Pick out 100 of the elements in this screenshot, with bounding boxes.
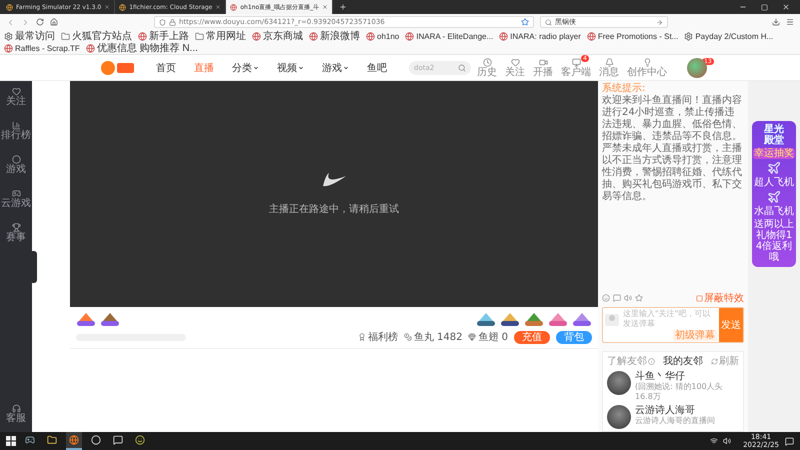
speaker-icon	[723, 437, 732, 445]
globe-icon	[230, 4, 238, 10]
reload-icon[interactable]	[36, 18, 44, 26]
globe-icon	[6, 4, 13, 10]
sidebar-item[interactable]: 关注	[6, 87, 26, 107]
stat-label: 鱼翅 0	[478, 330, 508, 344]
friend-status: 云游诗人海哥的直播间	[635, 416, 715, 426]
promo-banner[interactable]: 星光殿堂 幸运抽奖 超人飞机 水晶飞机 送两以上礼物得14倍返利哦	[752, 121, 796, 267]
bookmark-link[interactable]: Free Promotions - St...	[598, 32, 678, 40]
plus-icon[interactable]	[339, 3, 348, 11]
sidebar-item[interactable]: 排行榜	[1, 121, 31, 141]
gear-icon	[684, 32, 694, 40]
globe-icon	[405, 32, 414, 40]
friend-name[interactable]: 云游诗人海哥	[635, 405, 715, 416]
bookmark-link[interactable]: 新手上路	[149, 29, 189, 43]
folder-icon	[195, 32, 204, 40]
bookmark-link[interactable]: 最常访问	[15, 29, 55, 43]
chart-icon	[12, 121, 20, 130]
gift-badge-icon[interactable]	[548, 311, 568, 327]
gamepad-icon	[25, 435, 35, 445]
gift-badge-icon[interactable]	[100, 311, 120, 327]
stat-label: 福利榜	[368, 330, 398, 344]
promo-item: 水晶飞机	[754, 206, 794, 217]
sidebar-item[interactable]: 云游戏	[1, 189, 31, 209]
notice-label: 系统提示:	[602, 83, 646, 94]
action-label: 消息	[599, 66, 619, 78]
bookmark-link[interactable]: INARA: radio player	[510, 32, 581, 40]
bookmark-link[interactable]: 京东商城	[263, 29, 303, 43]
gem-icon	[468, 333, 476, 341]
expand-handle[interactable]	[31, 251, 37, 283]
checkbox-icon	[696, 294, 703, 302]
bookmark-link[interactable]: 常用网址	[206, 29, 246, 43]
lightbulb-icon	[642, 58, 652, 66]
arrow-right-icon	[656, 18, 663, 26]
bookmark-link[interactable]: oh1no	[377, 32, 400, 40]
info-icon	[648, 358, 655, 364]
bookmark-link[interactable]: 新浪微博	[320, 29, 360, 43]
stat-label: 鱼丸 1482	[414, 330, 462, 344]
chat-icon[interactable]	[613, 294, 621, 302]
sidebar-item[interactable]: 游戏	[6, 155, 26, 175]
globe-icon	[69, 435, 79, 445]
speaker-icon[interactable]	[624, 294, 632, 302]
gift-badge-icon[interactable]	[476, 311, 496, 327]
refresh-icon	[711, 358, 718, 364]
bookmark-link[interactable]: Payday 2/Custom H...	[695, 32, 774, 40]
avatar[interactable]	[607, 405, 631, 429]
circle-icon	[12, 155, 20, 164]
nav-link[interactable]: 鱼吧	[367, 60, 387, 74]
coin-icon	[404, 333, 412, 341]
friend-name[interactable]: 斗鱼丶华仔	[635, 371, 723, 382]
nav-link[interactable]: 首页	[156, 60, 176, 74]
action-label: 创作中心	[627, 66, 667, 78]
bookmark-link[interactable]: 火狐官方站点	[72, 29, 132, 43]
bookmark-link[interactable]: 优惠信息 购物推荐 N...	[96, 41, 198, 55]
globe-icon	[309, 32, 318, 40]
nav-link[interactable]: 视频	[277, 60, 304, 74]
close-icon[interactable]	[215, 4, 222, 10]
action-label: 开播	[533, 66, 553, 78]
bookmark-link[interactable]: INARA - EliteDange...	[416, 32, 494, 40]
smile-icon	[135, 435, 145, 445]
nav-link[interactable]: 游戏	[322, 60, 349, 74]
clock-icon	[482, 58, 492, 66]
home-icon[interactable]	[50, 18, 58, 26]
wifi-icon	[710, 437, 718, 445]
plane-icon	[767, 161, 781, 175]
maximize-icon[interactable]	[761, 4, 768, 10]
gift-badge-icon[interactable]	[500, 311, 520, 327]
gift-badge-icon[interactable]	[76, 311, 96, 327]
close-icon[interactable]	[104, 4, 110, 10]
sidebar-item[interactable]: 赛事	[6, 223, 26, 243]
globe-icon	[366, 32, 375, 40]
start-icon[interactable]	[6, 436, 16, 446]
plane-icon	[767, 190, 781, 204]
gift-badge-icon[interactable]	[524, 311, 544, 327]
search-icon	[545, 18, 552, 26]
menu-icon[interactable]	[786, 18, 794, 26]
promo-item: 超人飞机	[754, 177, 794, 188]
camera-icon	[538, 58, 548, 66]
action-label: 历史	[477, 66, 497, 78]
globe-icon	[86, 44, 95, 52]
lock-icon	[169, 18, 176, 26]
download-icon[interactable]	[772, 18, 780, 26]
smile-icon[interactable]	[602, 294, 610, 302]
close-icon[interactable]	[322, 4, 328, 10]
friend-stat: 16.8万	[635, 392, 662, 402]
headset-icon	[12, 404, 20, 413]
circle-icon	[91, 435, 101, 445]
sidebar-item[interactable]: 客服	[6, 404, 26, 424]
chat-icon	[113, 435, 123, 445]
bookmark-link[interactable]: Raffles - Scrap.TF	[15, 44, 80, 52]
avatar[interactable]	[607, 371, 631, 395]
trophy-icon	[12, 223, 20, 232]
shield-icon	[159, 18, 166, 26]
star-icon[interactable]	[635, 294, 643, 302]
gamepad-icon	[12, 189, 20, 198]
promo-footer: 送两以上礼物得14倍返利哦	[753, 219, 795, 263]
nav-link[interactable]: 分类	[232, 60, 259, 74]
search-icon	[458, 64, 466, 72]
notification-icon[interactable]	[785, 436, 794, 446]
gift-badge-icon[interactable]	[572, 311, 592, 327]
